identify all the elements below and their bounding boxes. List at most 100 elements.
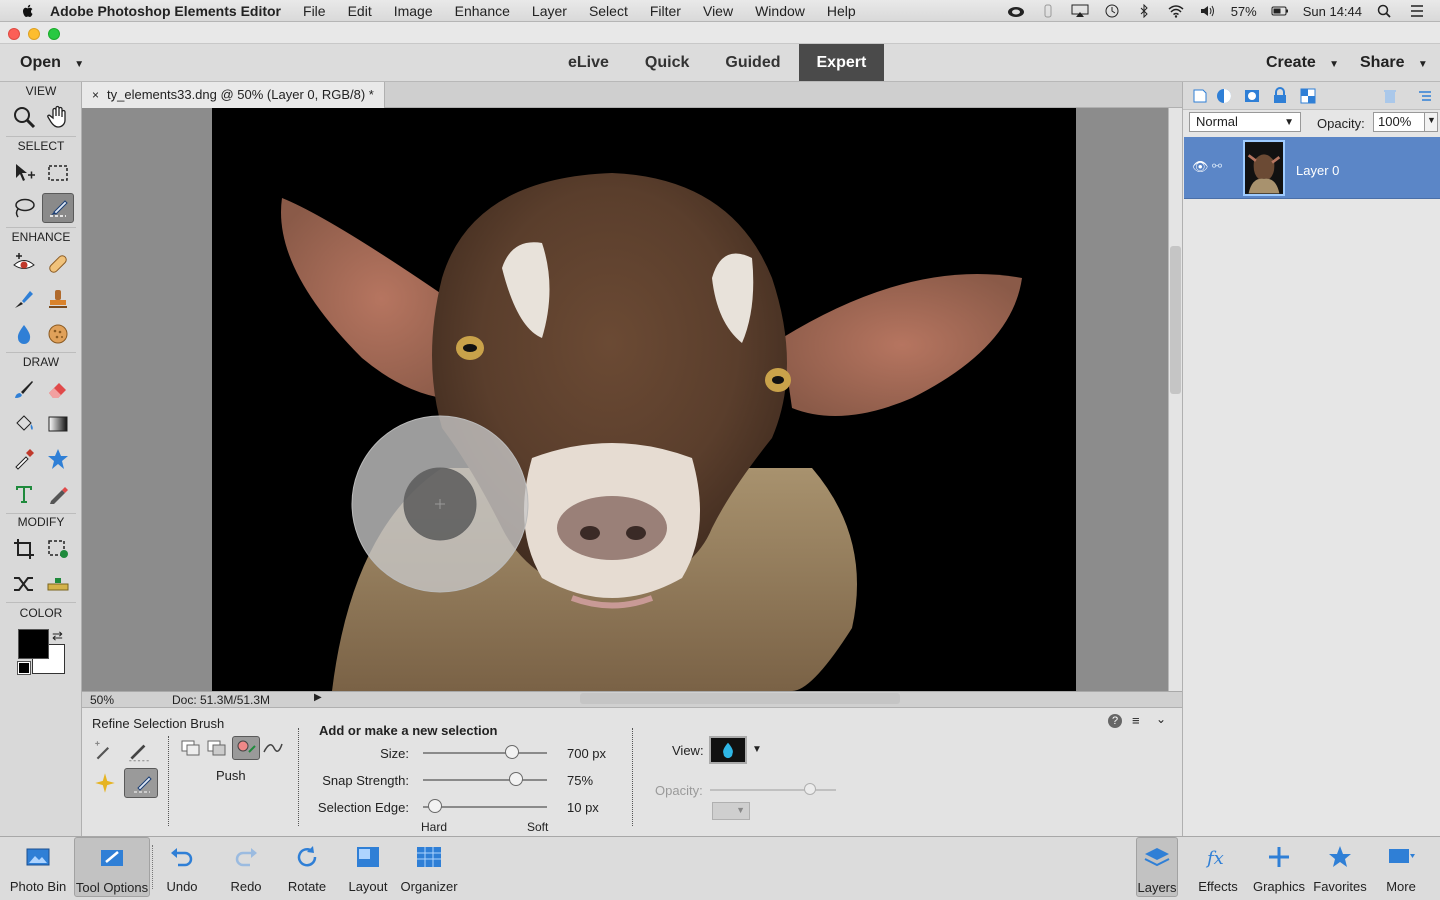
organizer-button[interactable]: Organizer: [398, 837, 460, 897]
menu-view[interactable]: View: [703, 3, 733, 19]
default-colors-icon[interactable]: [18, 662, 30, 674]
add-selection-mode-button[interactable]: [206, 738, 228, 758]
smart-brush-tool[interactable]: [8, 284, 40, 314]
battery-percent[interactable]: 57%: [1231, 4, 1257, 19]
share-button[interactable]: Share ▼: [1360, 54, 1428, 72]
spotlight-search-icon[interactable]: [1376, 4, 1394, 18]
open-button[interactable]: Open ▼: [20, 54, 84, 72]
size-slider-knob[interactable]: [505, 745, 519, 759]
goat-image-canvas[interactable]: [212, 108, 1076, 691]
window-zoom-button[interactable]: [48, 28, 60, 40]
document-tab[interactable]: ×ty_elements33.dng @ 50% (Layer 0, RGB/8…: [82, 82, 385, 108]
clock[interactable]: Sun 14:44: [1303, 4, 1362, 19]
tab-quick[interactable]: Quick: [627, 44, 707, 81]
window-minimize-button[interactable]: [28, 28, 40, 40]
apple-icon[interactable]: [20, 3, 36, 19]
canvas-area[interactable]: [82, 108, 1168, 691]
recompose-tool[interactable]: [42, 534, 74, 564]
layers-panel-menu-icon[interactable]: [1415, 87, 1433, 105]
type-tool[interactable]: [8, 479, 40, 509]
tool-options-button[interactable]: Tool Options: [74, 837, 150, 897]
status-menu-arrow-icon[interactable]: ▶: [314, 692, 322, 703]
menu-window[interactable]: Window: [755, 3, 805, 19]
view-mode-swatch[interactable]: [709, 736, 747, 764]
horizontal-scroll-thumb[interactable]: [580, 693, 900, 704]
menu-filter[interactable]: Filter: [650, 3, 681, 19]
size-slider-track[interactable]: [423, 752, 547, 754]
auto-selection-button[interactable]: [92, 770, 118, 796]
spot-healing-brush-tool[interactable]: [42, 249, 74, 279]
more-button[interactable]: More: [1376, 837, 1426, 897]
zoom-level-field[interactable]: 50%: [90, 693, 140, 707]
blur-tool[interactable]: [8, 319, 40, 349]
layout-button[interactable]: Layout: [344, 837, 392, 897]
custom-shape-tool[interactable]: [42, 444, 74, 474]
sponge-tool[interactable]: [42, 319, 74, 349]
pencil-tool[interactable]: [42, 479, 74, 509]
snap-strength-slider-knob[interactable]: [509, 772, 523, 786]
close-icon[interactable]: ×: [92, 88, 99, 102]
content-aware-move-tool[interactable]: [8, 569, 40, 599]
delete-layer-icon[interactable]: [1381, 87, 1399, 105]
gradient-tool[interactable]: [42, 409, 74, 439]
snap-strength-value[interactable]: 75%: [567, 773, 593, 788]
battery-icon[interactable]: [1271, 4, 1289, 18]
refine-selection-brush-active[interactable]: [124, 768, 158, 798]
menu-file[interactable]: File: [303, 3, 326, 19]
tab-expert[interactable]: Expert: [799, 44, 885, 81]
visibility-eye-icon[interactable]: 👁: [1192, 159, 1209, 175]
tab-elive[interactable]: eLive: [550, 44, 627, 81]
eraser-tool[interactable]: [42, 374, 74, 404]
move-tool[interactable]: [8, 158, 40, 188]
brush-tool[interactable]: [8, 374, 40, 404]
zoom-tool[interactable]: [8, 102, 40, 132]
size-value[interactable]: 700 px: [567, 746, 606, 761]
add-selection-brush-button[interactable]: [92, 738, 118, 764]
lock-layer-icon[interactable]: [1271, 87, 1289, 105]
menu-edit[interactable]: Edit: [348, 3, 372, 19]
layer-row[interactable]: 👁 ⚯ Layer 0: [1184, 137, 1440, 199]
redo-button[interactable]: Redo: [222, 837, 270, 897]
overlay-opacity-slider-knob[interactable]: [804, 783, 816, 795]
menu-enhance[interactable]: Enhance: [455, 3, 510, 19]
rotate-button[interactable]: Rotate: [282, 837, 332, 897]
layer-mask-icon[interactable]: [1243, 87, 1261, 105]
graphics-button[interactable]: Graphics: [1250, 837, 1308, 897]
creative-cloud-icon[interactable]: [1007, 4, 1025, 18]
overlay-opacity-slider-track[interactable]: [710, 789, 836, 791]
layers-button[interactable]: Layers: [1136, 837, 1178, 897]
clone-stamp-tool[interactable]: [42, 284, 74, 314]
layer-opacity-input[interactable]: 100%: [1373, 112, 1425, 132]
selection-edge-value[interactable]: 10 px: [567, 800, 599, 815]
menu-layer[interactable]: Layer: [532, 3, 567, 19]
airplay-icon[interactable]: [1071, 4, 1089, 18]
photo-bin-button[interactable]: Photo Bin: [4, 837, 72, 897]
rectangular-marquee-tool[interactable]: [42, 158, 74, 188]
adjustment-layer-icon[interactable]: [1215, 87, 1233, 105]
notification-center-icon[interactable]: [1408, 4, 1426, 18]
crop-tool[interactable]: [8, 534, 40, 564]
menu-image[interactable]: Image: [394, 3, 433, 19]
layer-name[interactable]: Layer 0: [1296, 163, 1339, 178]
vertical-scroll-thumb[interactable]: [1170, 246, 1181, 394]
favorites-button[interactable]: Favorites: [1312, 837, 1368, 897]
app-name-menu[interactable]: Adobe Photoshop Elements Editor: [50, 3, 281, 19]
foreground-color-swatch[interactable]: [18, 629, 49, 659]
view-dropdown-chevron-icon[interactable]: ▼: [752, 744, 762, 755]
effects-button[interactable]: fx Effects: [1194, 837, 1242, 897]
help-icon[interactable]: ?: [1108, 714, 1122, 728]
wifi-icon[interactable]: [1167, 4, 1185, 18]
paint-bucket-tool[interactable]: [8, 409, 40, 439]
vertical-scrollbar[interactable]: [1168, 108, 1182, 691]
link-icon[interactable]: ⚯: [1212, 159, 1222, 173]
snap-strength-slider-track[interactable]: [423, 779, 547, 781]
layer-opacity-dropdown[interactable]: ▼: [1424, 112, 1438, 132]
time-machine-icon[interactable]: [1103, 4, 1121, 18]
hand-tool[interactable]: [42, 102, 74, 132]
eyedropper-tool[interactable]: [8, 444, 40, 474]
window-close-button[interactable]: [8, 28, 20, 40]
battery-status-icon[interactable]: [1039, 4, 1057, 18]
new-selection-mode-button[interactable]: [180, 738, 202, 758]
menu-help[interactable]: Help: [827, 3, 856, 19]
collapse-chevron-icon[interactable]: ⌄: [1156, 712, 1166, 726]
